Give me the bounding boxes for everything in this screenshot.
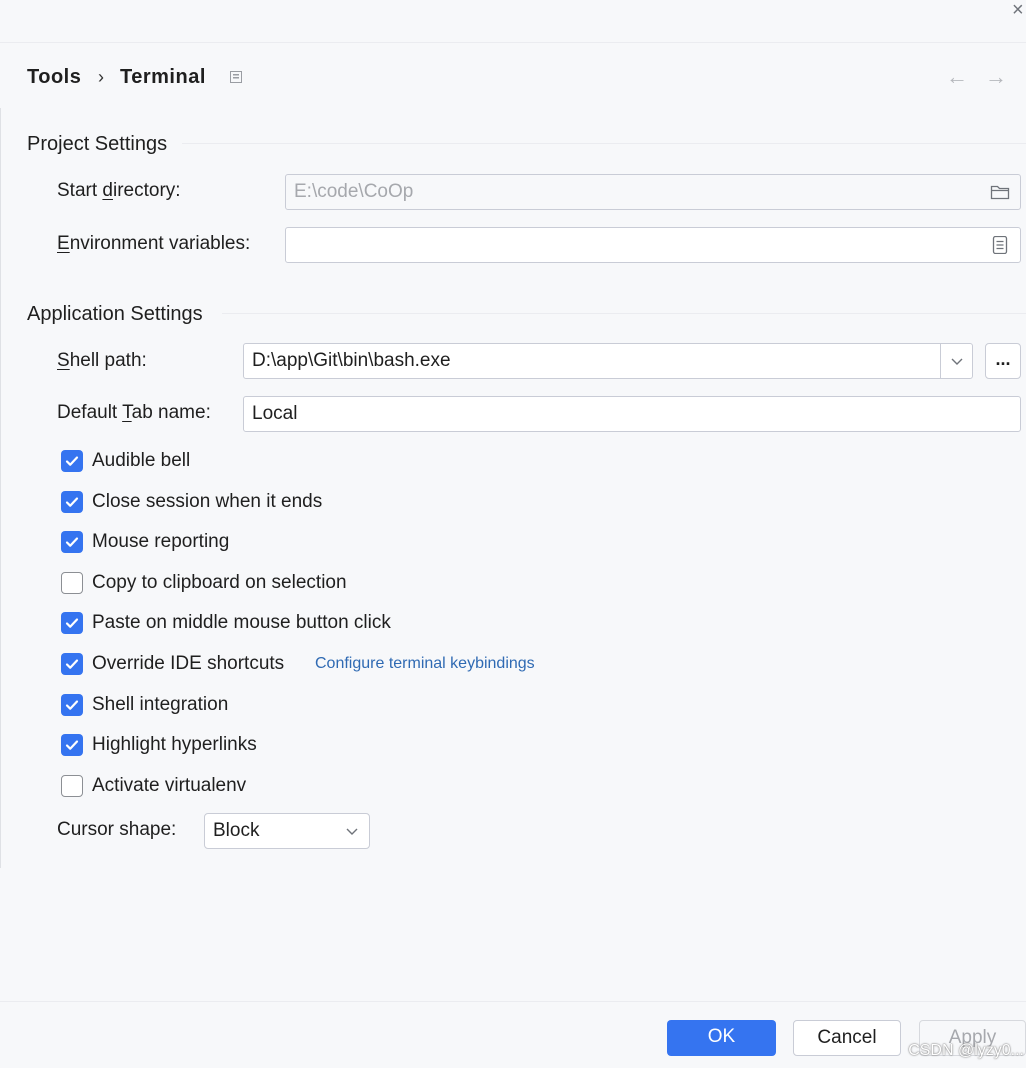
back-arrow-icon[interactable]: ←	[946, 64, 968, 90]
breadcrumb-terminal: Terminal	[120, 66, 206, 88]
cursor-shape-label: Cursor shape:	[57, 819, 177, 840]
cursor-shape-value: Block	[213, 820, 260, 841]
checkbox-label[interactable]: Activate virtualenv	[92, 773, 246, 799]
pin-page-icon[interactable]	[230, 71, 242, 83]
checkmark-icon	[65, 497, 79, 507]
default-tab-name-field[interactable]: Local	[243, 396, 1021, 432]
breadcrumb-tools: Tools	[27, 66, 82, 88]
ok-button[interactable]: OK	[667, 1020, 776, 1056]
checkbox[interactable]	[61, 775, 83, 797]
cursor-shape-select[interactable]: Block	[204, 813, 370, 849]
checkmark-icon	[65, 659, 79, 669]
forward-arrow-icon[interactable]: →	[985, 64, 1007, 90]
browse-shell-path-button[interactable]: ...	[985, 343, 1021, 379]
close-dialog-icon[interactable]: ×	[1012, 0, 1026, 20]
configure-keybindings-link[interactable]: Configure terminal keybindings	[315, 651, 535, 677]
checkbox[interactable]	[61, 450, 83, 472]
breadcrumb-separator-icon: ›	[98, 67, 104, 87]
watermark: CSDN @lyzy0...	[908, 1042, 1024, 1059]
header-divider	[0, 42, 1026, 43]
shell-path-combobox[interactable]: D:\app\Git\bin\bash.exe	[243, 343, 973, 379]
shell-path-label: Shell path:	[57, 350, 147, 371]
checkmark-icon	[65, 740, 79, 750]
checkbox-label[interactable]: Audible bell	[92, 448, 190, 474]
checkbox[interactable]	[61, 491, 83, 513]
checkbox[interactable]	[61, 531, 83, 553]
default-tab-name-label: Default Tab name:	[57, 402, 211, 423]
checkmark-icon	[65, 456, 79, 466]
checkmark-icon	[65, 618, 79, 628]
application-settings-title: Application Settings	[27, 303, 203, 325]
environment-variables-field[interactable]	[285, 227, 1021, 263]
checkbox-label[interactable]: Close session when it ends	[92, 489, 322, 515]
checkbox-label[interactable]: Highlight hyperlinks	[92, 732, 257, 758]
checkbox-label[interactable]: Copy to clipboard on selection	[92, 570, 347, 596]
chevron-down-icon[interactable]	[950, 356, 964, 366]
checkbox[interactable]	[61, 653, 83, 675]
checkbox-label[interactable]: Shell integration	[92, 692, 228, 718]
cancel-button[interactable]: Cancel	[793, 1020, 901, 1056]
project-settings-title: Project Settings	[27, 133, 168, 155]
document-list-icon[interactable]	[990, 236, 1010, 254]
checkbox-label[interactable]: Override IDE shortcuts	[92, 651, 284, 677]
checkmark-icon	[65, 537, 79, 547]
checkmark-icon	[65, 700, 79, 710]
checkbox[interactable]	[61, 572, 83, 594]
checkbox[interactable]	[61, 694, 83, 716]
default-tab-name-value: Local	[252, 403, 298, 424]
checkbox-label[interactable]: Paste on middle mouse button click	[92, 610, 391, 636]
start-directory-field[interactable]: E:\code\CoOp	[285, 174, 1021, 210]
footer-divider	[0, 1001, 1026, 1002]
sidebar-splitter[interactable]	[0, 108, 1, 868]
checkbox-label[interactable]: Mouse reporting	[92, 529, 229, 555]
checkbox[interactable]	[61, 612, 83, 634]
shell-path-value: D:\app\Git\bin\bash.exe	[252, 350, 451, 371]
folder-icon[interactable]	[990, 183, 1010, 201]
start-directory-label: Start directory:	[57, 180, 181, 201]
section-divider	[182, 143, 1026, 144]
environment-variables-label: Environment variables:	[57, 233, 251, 254]
checkbox[interactable]	[61, 734, 83, 756]
combo-divider	[940, 344, 941, 378]
section-divider	[222, 313, 1026, 314]
start-directory-placeholder: E:\code\CoOp	[294, 181, 414, 202]
chevron-down-icon	[346, 828, 358, 835]
